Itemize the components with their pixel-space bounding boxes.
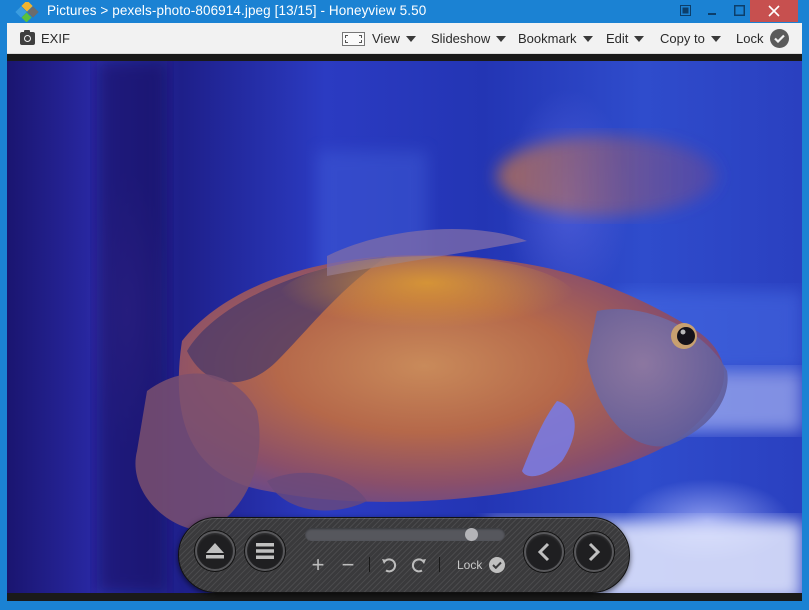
copy-to-label: Copy to [660, 31, 705, 46]
slider-thumb[interactable] [465, 528, 478, 541]
maximize-button[interactable] [727, 0, 751, 21]
divider [439, 557, 440, 572]
window-title: Pictures > pexels-photo-806914.jpeg [13/… [47, 3, 427, 18]
background-fish [497, 136, 717, 216]
divider [369, 557, 370, 572]
overlay-lock-label: Lock [457, 558, 483, 572]
rotate-right-button[interactable] [409, 555, 429, 575]
close-icon [768, 5, 780, 17]
bookmark-label: Bookmark [518, 31, 577, 46]
lock-label: Lock [736, 31, 764, 46]
rotate-left-button[interactable] [379, 555, 399, 575]
edit-menu[interactable]: Edit [606, 23, 645, 54]
title-bar: Pictures > pexels-photo-806914.jpeg [13/… [0, 0, 809, 23]
toolbar: EXIF View Slideshow Bookmark Edit Copy t… [7, 23, 802, 54]
chevron-down-icon [582, 36, 593, 42]
view-menu[interactable]: View [372, 23, 416, 54]
copy-to-menu[interactable]: Copy to [660, 23, 721, 54]
chevron-down-icon [496, 36, 507, 42]
lock-toggle[interactable]: Lock [736, 23, 790, 54]
eject-icon [206, 543, 224, 559]
chevron-down-icon [634, 36, 645, 42]
fullscreen-button[interactable] [672, 0, 698, 21]
image-viewport[interactable]: + − Lock [7, 54, 802, 601]
corner-icon [345, 40, 348, 43]
corner-icon [345, 35, 348, 38]
chevron-down-icon [710, 36, 721, 42]
zoom-out-button[interactable]: − [338, 552, 358, 577]
chevron-left-icon [537, 542, 550, 562]
fit-view-toggle[interactable] [342, 32, 365, 46]
previous-image-button[interactable] [524, 532, 564, 572]
photo-display [7, 61, 802, 593]
check-icon [770, 29, 790, 48]
camera-icon [20, 30, 35, 45]
check-icon [489, 557, 506, 573]
position-slider[interactable] [305, 528, 505, 541]
minimize-button[interactable] [697, 0, 727, 21]
honeyview-window: Pictures > pexels-photo-806914.jpeg [13/… [0, 0, 809, 610]
corner-icon [359, 35, 362, 38]
floating-control-bar: + − Lock [178, 517, 630, 593]
view-label: View [372, 31, 400, 46]
tank-shadow [97, 61, 167, 593]
oscar-fish [135, 229, 728, 531]
chevron-down-icon [405, 36, 416, 42]
menu-button[interactable] [245, 531, 285, 571]
rotate-right-icon [411, 558, 426, 573]
exif-button[interactable]: EXIF [20, 23, 70, 54]
next-image-button[interactable] [574, 532, 614, 572]
corner-icon [359, 40, 362, 43]
menu-icon [256, 543, 274, 559]
rotate-left-icon [382, 558, 397, 573]
maximize-icon [733, 5, 745, 16]
fullscreen-icon [679, 5, 691, 16]
close-button[interactable] [750, 0, 798, 22]
slideshow-label: Slideshow [431, 31, 491, 46]
eject-button[interactable] [195, 531, 235, 571]
zoom-in-button[interactable]: + [308, 552, 328, 577]
exif-label: EXIF [41, 31, 70, 46]
overlay-lock-toggle[interactable]: Lock [457, 555, 506, 575]
slideshow-menu[interactable]: Slideshow [431, 23, 507, 54]
minimize-icon [708, 12, 716, 15]
chevron-right-icon [588, 542, 601, 562]
fish-photo [97, 61, 802, 593]
bookmark-menu[interactable]: Bookmark [518, 23, 593, 54]
edit-label: Edit [606, 31, 629, 46]
honeyview-logo-icon [15, 2, 39, 22]
